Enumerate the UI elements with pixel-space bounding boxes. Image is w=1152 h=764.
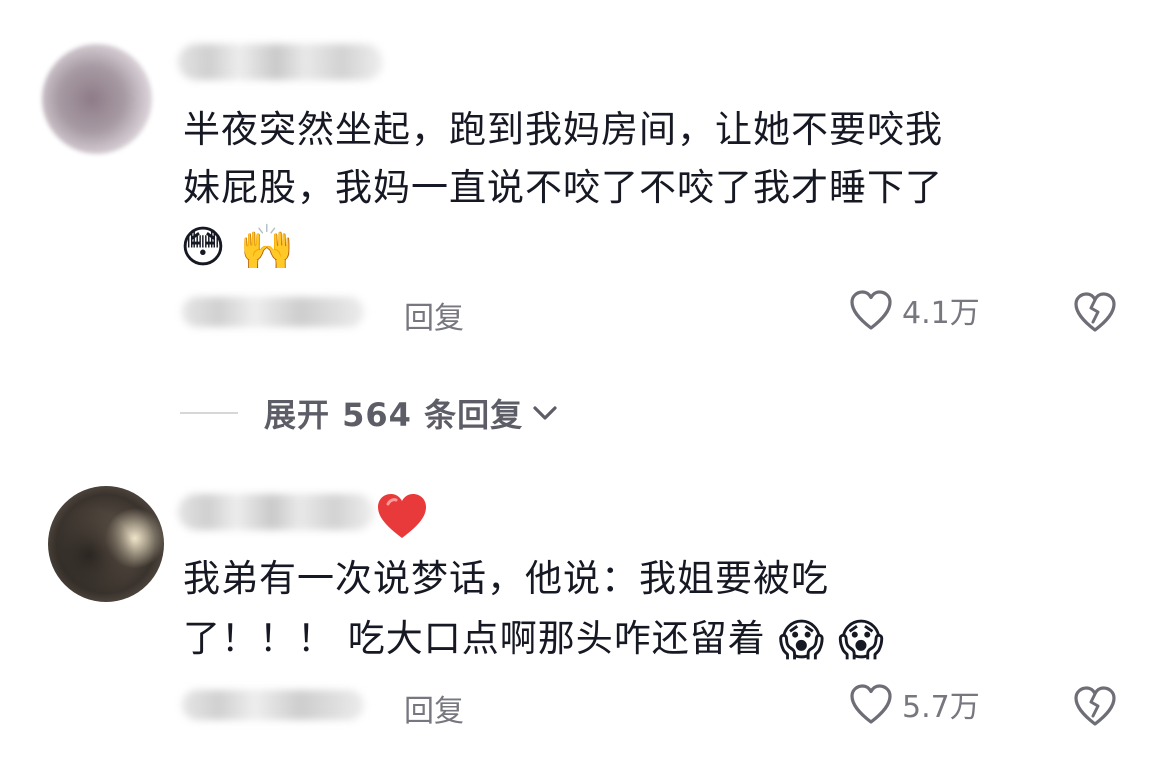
comment-emoji-row: 😳 🙌 xyxy=(180,217,295,277)
timestamp-blurred xyxy=(182,297,364,327)
comment-text-line-2-content: 了！！！ 吃大口点啊那头咋还留着 xyxy=(183,617,766,660)
expand-replies-button[interactable]: 展开 564 条回复 xyxy=(180,390,561,436)
like-count: 5.7万 xyxy=(902,690,980,725)
reply-button[interactable]: 回复 xyxy=(404,686,464,730)
username-blurred[interactable] xyxy=(178,44,383,80)
raising-hands-emoji: 🙌 xyxy=(239,221,296,273)
broken-heart-icon xyxy=(1074,292,1116,332)
comment-text-line-2: 了！！！ 吃大口点啊那头咋还留着 😱 😱 xyxy=(183,610,885,670)
timestamp-blurred xyxy=(182,690,364,720)
screaming-face-emoji: 😱 xyxy=(838,614,886,666)
comment-text-line-2: 妹屁股，我妈一直说不咬了不咬了我才睡下了 xyxy=(183,166,943,209)
comment-text-line-1: 我弟有一次说梦话，他说：我姐要被吃 xyxy=(183,557,829,600)
divider-line xyxy=(180,412,238,414)
screaming-face-emoji: 😱 xyxy=(778,614,826,666)
chevron-down-icon xyxy=(533,406,557,420)
comment-text-line-1: 半夜突然坐起，跑到我妈房间，让她不要咬我 xyxy=(183,108,943,151)
flushed-face-emoji: 😳 xyxy=(180,221,227,273)
heart-outline-icon xyxy=(850,684,892,724)
broken-heart-icon xyxy=(1074,686,1116,726)
username-blurred[interactable] xyxy=(178,494,374,530)
like-button[interactable]: 5.7万 xyxy=(848,682,980,726)
reply-button[interactable]: 回复 xyxy=(404,293,464,337)
red-heart-icon xyxy=(378,494,426,538)
heart-outline-icon xyxy=(850,290,892,330)
avatar[interactable] xyxy=(48,486,164,602)
expand-replies-label: 展开 564 条回复 xyxy=(264,396,524,434)
dislike-button[interactable] xyxy=(1072,290,1118,338)
like-count: 4.1万 xyxy=(902,296,980,331)
dislike-button[interactable] xyxy=(1072,684,1118,732)
avatar[interactable] xyxy=(42,44,152,154)
like-button[interactable]: 4.1万 xyxy=(848,288,980,332)
